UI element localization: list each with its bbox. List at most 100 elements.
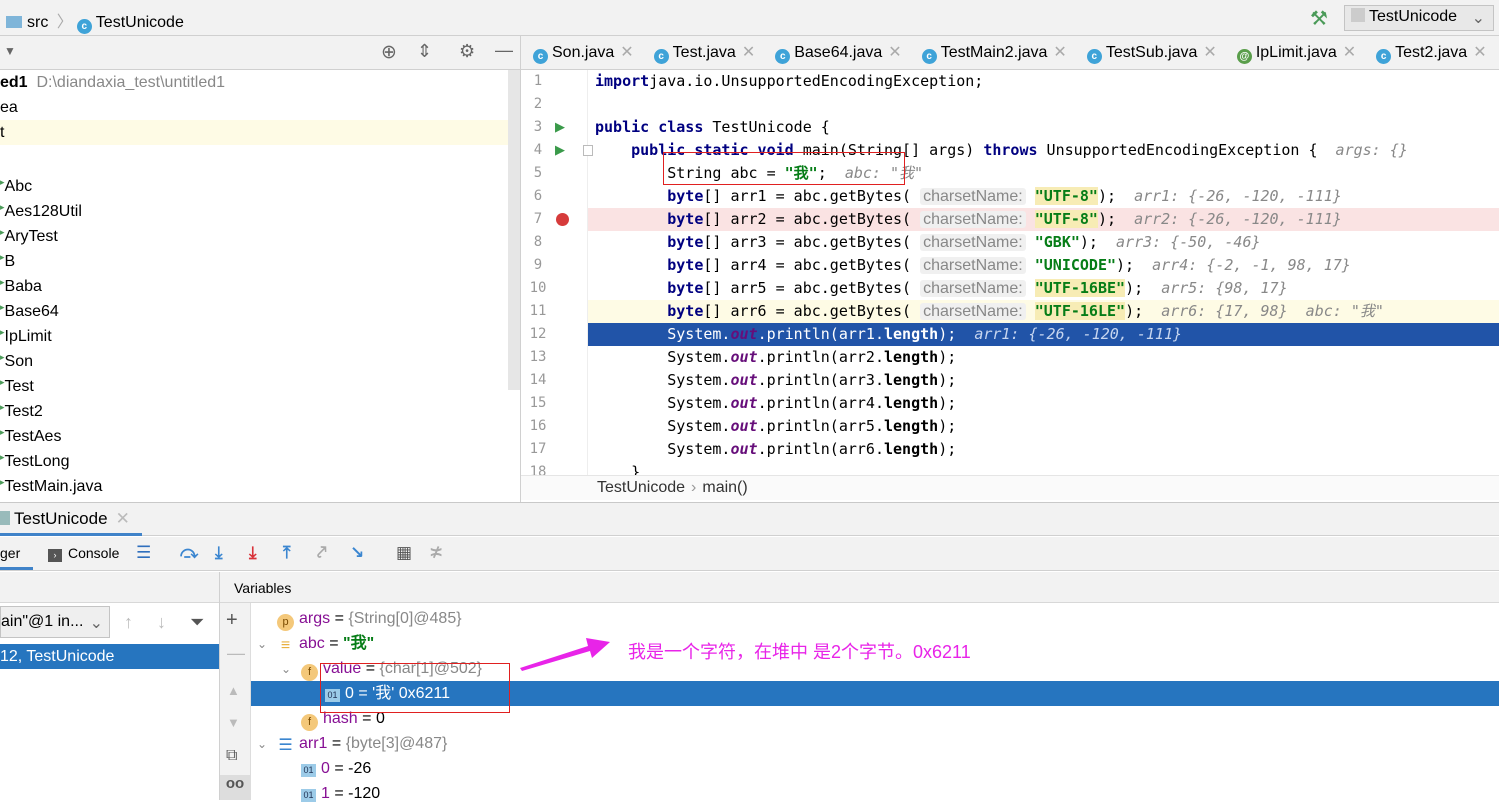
code-line[interactable]: 2 — [521, 93, 1499, 116]
locate-icon[interactable]: ⊕ — [381, 41, 397, 64]
code-line[interactable]: 12 System.out.println(arr1.length); arr1… — [521, 323, 1499, 346]
code-line[interactable]: 8 byte[] arr3 = abc.getBytes( charsetNam… — [521, 231, 1499, 254]
editor-tab[interactable]: c Test.java ✕ — [642, 36, 764, 69]
tree-root[interactable]: ed1 D:\diandaxia_test\untitled1 — [0, 70, 508, 95]
tab-console[interactable]: › Console — [48, 545, 119, 562]
code-editor[interactable]: 1 importjava.io.UnsupportedEncodingExcept… — [521, 70, 1499, 475]
dropdown-arrow-icon[interactable]: ▼ — [4, 44, 16, 58]
layout-menu-icon[interactable]: ☰ — [136, 543, 151, 563]
tree-item[interactable]: ▸TestLong — [0, 445, 508, 470]
code-line[interactable]: 1 importjava.io.UnsupportedEncodingExcept… — [521, 70, 1499, 93]
tree-item[interactable]: ▸Abc — [0, 170, 508, 195]
close-icon[interactable]: ✕ — [742, 44, 755, 61]
close-icon[interactable]: ✕ — [1203, 44, 1216, 61]
tree-item[interactable]: ▸TestMain.java — [0, 470, 508, 495]
step-out-icon[interactable]: ⤒ — [283, 543, 291, 563]
build-hammer-icon[interactable]: ⚒ — [1310, 6, 1328, 31]
code-text: byte[] arr4 = abc.getBytes( charsetName:… — [595, 254, 1351, 277]
plus-icon[interactable]: + — [226, 609, 238, 632]
arrow-up-icon[interactable]: ↑ — [124, 612, 133, 633]
editor-tab[interactable]: c Son.java ✕ — [521, 36, 642, 69]
code-text: byte[] arr5 = abc.getBytes( charsetName:… — [595, 277, 1288, 300]
trace-icon[interactable]: ≭ — [429, 543, 443, 563]
editor-tab[interactable]: c TestSub.java ✕ — [1075, 36, 1225, 69]
filter-icon[interactable]: ⏷ — [190, 612, 204, 633]
tree-item[interactable]: ▸B — [0, 245, 508, 270]
tree-item[interactable]: t — [0, 120, 508, 145]
tree-item[interactable]: ▸Baba — [0, 270, 508, 295]
chevron-down-icon[interactable]: ⌄ — [281, 657, 301, 682]
code-line[interactable]: 17 System.out.println(arr6.length); — [521, 438, 1499, 461]
project-scrollbar[interactable] — [508, 70, 520, 390]
tree-item[interactable]: ▸Aes128Util — [0, 195, 508, 220]
variable-value: -120 — [348, 785, 381, 802]
code-line[interactable]: 7 byte[] arr2 = abc.getBytes( charsetNam… — [534, 208, 1499, 231]
collapse-all-icon[interactable]: ⇕ — [417, 41, 432, 62]
tree-item[interactable]: ▸Test — [0, 370, 508, 395]
run-configuration-select[interactable]: TestUnicode ⌄ — [1344, 5, 1494, 31]
close-icon[interactable]: ✕ — [888, 44, 901, 61]
breakpoint-icon[interactable] — [556, 213, 569, 226]
step-into-icon[interactable]: ⤓ — [215, 543, 223, 563]
arrow-down-icon[interactable]: ↓ — [157, 612, 166, 633]
crumb-method[interactable]: main() — [702, 479, 747, 496]
close-icon[interactable]: ✕ — [116, 509, 130, 528]
minimize-icon[interactable]: — — [495, 40, 513, 61]
code-line[interactable]: 6 byte[] arr1 = abc.getBytes( charsetNam… — [521, 185, 1499, 208]
tree-item[interactable]: ▸IpLimit — [0, 320, 508, 345]
chevron-down-icon[interactable]: ⌄ — [257, 632, 277, 657]
code-line[interactable]: 14 System.out.println(arr3.length); — [521, 369, 1499, 392]
code-line[interactable]: 16 System.out.println(arr5.length); — [521, 415, 1499, 438]
gear-icon[interactable]: ⚙ — [459, 41, 475, 62]
tab-debug-session[interactable]: TestUnicode ✕ — [0, 503, 142, 536]
code-line[interactable]: 15 System.out.println(arr4.length); — [521, 392, 1499, 415]
tree-item[interactable]: ▸Test2 — [0, 395, 508, 420]
evaluate-expression-icon[interactable]: ▦ — [396, 543, 412, 563]
move-up-icon[interactable]: ▲ — [227, 683, 240, 698]
run-icon[interactable]: ▶ — [555, 142, 565, 158]
tree-item[interactable]: ▸TestAes — [0, 420, 508, 445]
editor-tab[interactable]: @ IpLimit.java ✕ — [1225, 36, 1364, 69]
code-line[interactable]: 10 byte[] arr5 = abc.getBytes( charsetNa… — [521, 277, 1499, 300]
breadcrumb-src[interactable]: src — [27, 14, 48, 31]
tree-item[interactable] — [0, 145, 508, 170]
variable-row[interactable]: 01 0 = -26 — [251, 756, 1499, 781]
tree-item[interactable]: ▸Son — [0, 345, 508, 370]
code-line[interactable]: 9 byte[] arr4 = abc.getBytes( charsetNam… — [521, 254, 1499, 277]
editor-tab[interactable]: c Test2.java ✕ — [1364, 36, 1494, 69]
step-over-icon[interactable]: ⤼ — [180, 543, 198, 563]
tree-item[interactable]: ▸Base64 — [0, 295, 508, 320]
code-line[interactable]: 11 byte[] arr6 = abc.getBytes( charsetNa… — [530, 300, 1499, 323]
frame-item[interactable]: 12, TestUnicode — [0, 644, 219, 669]
copy-icon[interactable]: ⧉ — [226, 747, 237, 765]
close-icon[interactable]: ✕ — [620, 44, 633, 61]
move-down-icon[interactable]: ▼ — [227, 715, 240, 730]
force-step-into-icon[interactable]: ⤓ — [249, 543, 257, 563]
chevron-down-icon[interactable]: ⌄ — [257, 732, 277, 757]
variable-row[interactable]: p args = {String[0]@485} — [251, 606, 1499, 631]
chevron-down-icon: ⌄ — [1471, 10, 1485, 27]
code-line[interactable]: 18 } — [521, 461, 1499, 475]
run-icon[interactable]: ▶ — [555, 119, 565, 135]
close-icon[interactable]: ✕ — [1473, 44, 1486, 61]
fold-icon[interactable] — [583, 145, 593, 156]
drop-frame-icon[interactable]: ⤤ — [317, 543, 327, 563]
code-line[interactable]: 3 public class TestUnicode { — [521, 116, 1499, 139]
close-icon[interactable]: ✕ — [1053, 44, 1066, 61]
code-line[interactable]: 13 System.out.println(arr2.length); — [521, 346, 1499, 369]
editor-tab[interactable]: c TestMain2.java ✕ — [910, 36, 1075, 69]
minus-icon[interactable]: — — [227, 643, 245, 664]
run-to-cursor-icon[interactable]: ↘ — [350, 543, 364, 563]
editor-tab[interactable]: c Base64.java ✕ — [763, 36, 909, 69]
variable-row[interactable]: 01 1 = -120 — [251, 781, 1499, 806]
tree-item[interactable]: ▸AryTest — [0, 220, 508, 245]
thread-select[interactable]: ain"@1 in... ⌄ — [0, 606, 110, 638]
tab-debugger[interactable]: ger — [0, 537, 33, 570]
breadcrumb-class[interactable]: TestUnicode — [96, 14, 184, 31]
variable-row[interactable]: ⌄ ☰ arr1 = {byte[3]@487} — [251, 731, 1499, 756]
watches-icon[interactable]: oo — [220, 775, 250, 800]
crumb-class[interactable]: TestUnicode — [597, 479, 685, 496]
close-icon[interactable]: ✕ — [1343, 44, 1356, 61]
tree-item[interactable]: ea — [0, 95, 508, 120]
